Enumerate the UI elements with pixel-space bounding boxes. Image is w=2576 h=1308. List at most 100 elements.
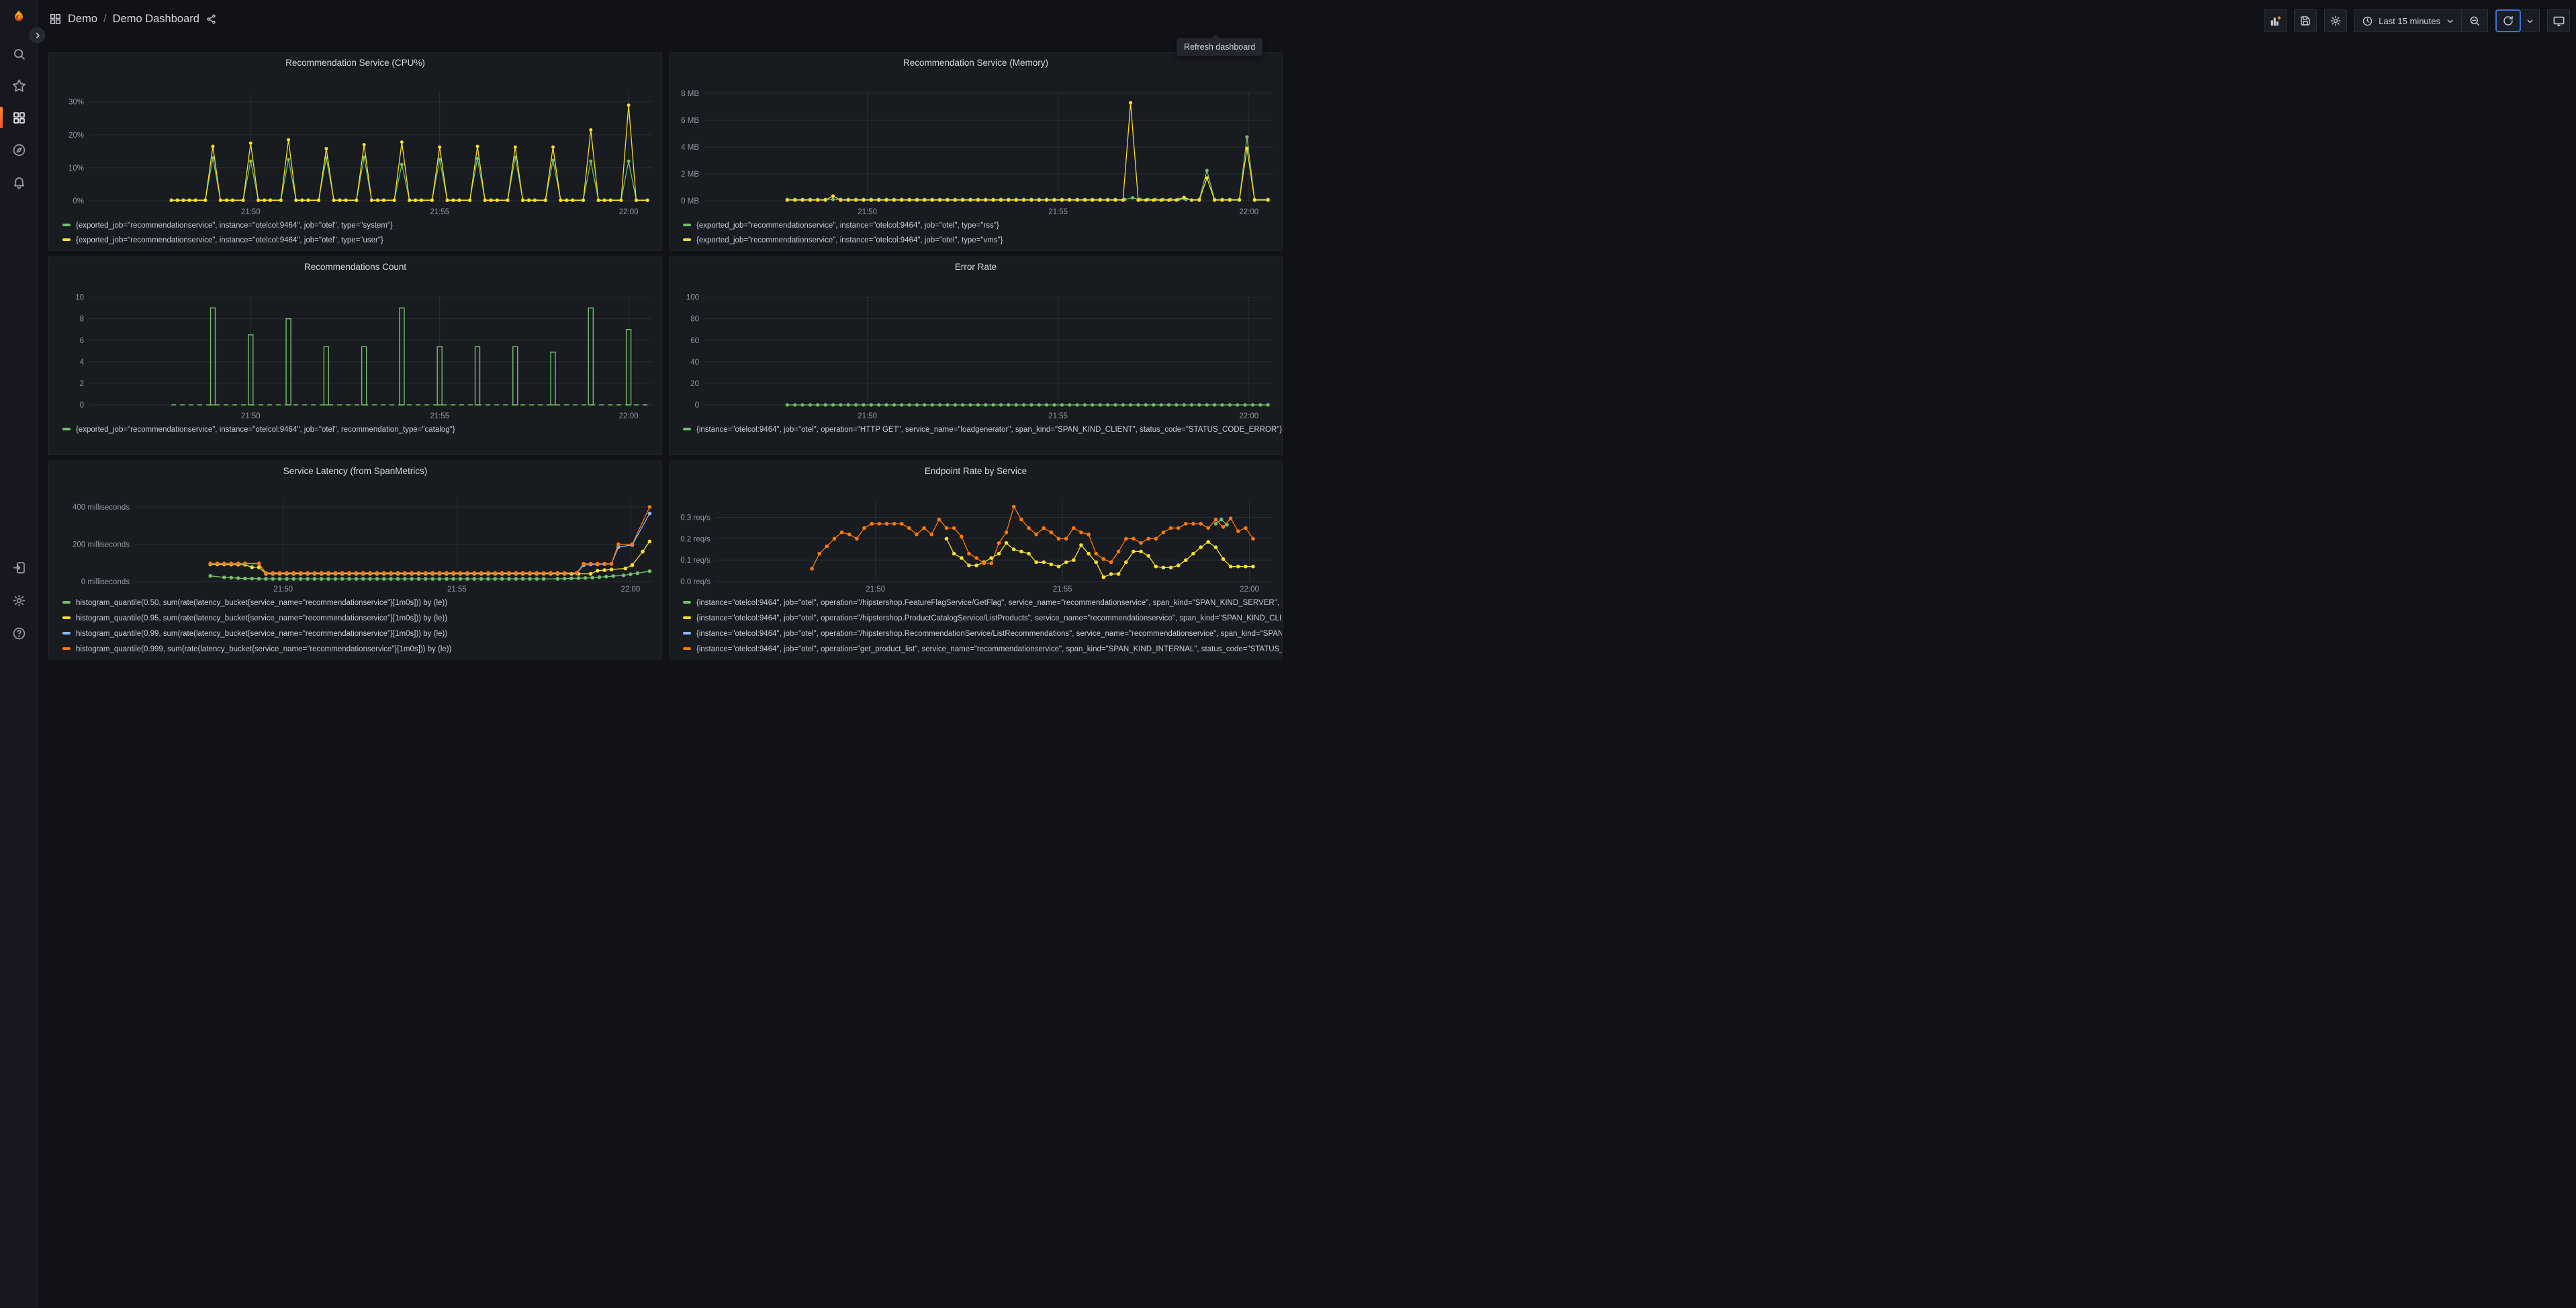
panel-memory: Recommendation Service (Memory) 0 MB 2 MB… [669,52,1283,251]
legend-swatch [62,427,71,430]
legend-swatch [683,616,691,619]
legend-label: histogram_quantile(0.99, sum(rate(latenc… [76,630,448,638]
legend-label: {instance="otelcol:9464", job="otel", op… [696,599,1282,607]
sign-in-icon [13,561,25,573]
panel-title[interactable]: Recommendation Service (CPU%) [49,53,661,72]
svg-text:0.2 req/s: 0.2 req/s [680,535,710,543]
panel-recommendations-count: Recommendations Count 0 2 4 6 8 10 21:50 21:55 2… [48,256,662,455]
sidebar-item-help[interactable] [0,620,38,647]
svg-text:22:00: 22:00 [619,208,639,216]
chevron-down-icon [2527,19,2533,23]
legend-item[interactable]: {instance="otelcol:9464", job="otel", op… [683,642,1282,657]
svg-text:2: 2 [80,380,84,388]
save-dashboard-button[interactable] [2294,9,2317,32]
sidebar-item-sign-in[interactable] [0,554,38,581]
legend-swatch [62,223,71,226]
dashboard-settings-button[interactable] [2324,9,2348,32]
refresh-tooltip: Refresh dashboard [1177,34,1263,56]
grafana-logo[interactable] [10,8,28,28]
legend-label: {instance="otelcol:9464", job="otel", op… [696,645,1282,653]
zoom-out-icon [2470,16,2480,26]
svg-text:40: 40 [690,359,699,367]
svg-text:22:00: 22:00 [621,586,641,594]
timeseries-chart-memory[interactable]: 0 MB 2 MB 4 MB 6 MB 8 MB 21:50 21:55 22:00 [670,72,1282,218]
refresh-dashboard-button[interactable] [2495,9,2521,32]
svg-text:0: 0 [80,402,84,410]
svg-text:20: 20 [690,380,699,388]
refresh-controls [2495,9,2540,32]
share-icon[interactable] [205,13,217,25]
svg-text:21:55: 21:55 [430,412,449,420]
active-indicator [0,107,3,128]
legend-item[interactable]: {instance="otelcol:9464", job="otel", op… [683,611,1282,626]
legend-item[interactable]: histogram_quantile(0.95, sum(rate(latenc… [62,611,661,626]
legend-swatch [62,238,71,241]
sidebar-item-dashboards[interactable] [0,104,38,131]
breadcrumb-section[interactable]: Demo [68,13,97,26]
clock-icon [2362,16,2373,26]
search-icon [13,48,25,60]
refresh-interval-dropdown[interactable] [2521,9,2540,32]
timeseries-chart-latency[interactable]: 0 milliseconds 200 milliseconds 400 millis… [49,480,661,596]
svg-text:0.3 req/s: 0.3 req/s [680,514,710,522]
svg-text:10%: 10% [68,165,84,173]
legend: {exported_job="recommendationservice", i… [49,422,661,437]
panel-endpoint-rate: Endpoint Rate by Service 0.0 req/s 0.1 re… [669,461,1283,659]
legend-item[interactable]: histogram_quantile(0.50, sum(rate(latenc… [62,596,661,611]
legend-label: histogram_quantile(0.999, sum(rate(laten… [76,645,452,653]
svg-text:21:55: 21:55 [1053,586,1072,594]
legend-label: {exported_job="recommendationservice", i… [76,426,455,434]
sidebar-item-explore[interactable] [0,136,38,163]
legend-label: {instance="otelcol:9464", job="otel", op… [696,630,1282,638]
time-range-picker[interactable]: Last 15 minutes [2354,9,2462,32]
sidebar-item-settings[interactable] [0,587,38,614]
panel-title[interactable]: Endpoint Rate by Service [670,461,1282,480]
add-panel-button[interactable] [2264,9,2287,32]
legend-item[interactable]: {exported_job="recommendationservice", i… [62,422,661,437]
legend-item[interactable]: {instance="otelcol:9464", job="otel", op… [683,422,1282,437]
timeseries-chart-error-rate[interactable]: 0 20 40 60 80 100 21:50 21:55 22:00 [670,276,1282,422]
legend: {instance="otelcol:9464", job="otel", op… [670,422,1282,437]
cycle-view-mode-button[interactable] [2547,9,2570,32]
svg-text:0 milliseconds: 0 milliseconds [81,578,130,586]
legend-label: {instance="otelcol:9464", job="otel", op… [696,614,1282,622]
top-bar: Demo / Demo Dashboard Last 15 minutes [38,0,2576,41]
legend-swatch [62,631,71,635]
legend-swatch [683,647,691,650]
legend-item[interactable]: {exported_job="recommendationservice", i… [62,233,661,248]
legend-item[interactable]: histogram_quantile(0.99, sum(rate(latenc… [62,626,661,642]
svg-text:200 milliseconds: 200 milliseconds [73,541,130,549]
panel-title[interactable]: Recommendation Service (Memory) [670,53,1282,72]
svg-text:6: 6 [80,337,84,345]
legend-item[interactable]: {exported_job="recommendationservice", i… [683,233,1282,248]
legend-item[interactable]: histogram_quantile(0.999, sum(rate(laten… [62,642,661,657]
panel-title[interactable]: Service Latency (from SpanMetrics) [49,461,661,480]
dashboard-grid: Recommendation Service (CPU%) 0% 10% 20% 30… [48,52,1283,659]
bar-chart-recommendations-count[interactable]: 0 2 4 6 8 10 21:50 21:55 22:00 [49,276,661,422]
help-icon [13,627,25,639]
svg-text:21:50: 21:50 [858,208,877,216]
gear-icon [13,594,25,606]
svg-text:21:55: 21:55 [1048,208,1068,216]
panel-title[interactable]: Recommendations Count [49,257,661,276]
timeseries-chart-endpoint-rate[interactable]: 0.0 req/s 0.1 req/s 0.2 req/s 0.3 req/s 21:5… [670,480,1282,596]
breadcrumb: Demo / Demo Dashboard [49,13,217,26]
timeseries-chart-cpu[interactable]: 0% 10% 20% 30% 21:50 21:55 22:00 [49,72,661,218]
legend-item[interactable]: {instance="otelcol:9464", job="otel", op… [683,596,1282,611]
sidebar-item-search[interactable] [0,40,38,67]
sidebar-item-starred[interactable] [0,72,38,99]
panel-title[interactable]: Error Rate [670,257,1282,276]
sidebar-item-alerting[interactable] [0,169,38,195]
legend-item[interactable]: {exported_job="recommendationservice", i… [62,218,661,233]
dashboard-toolbar: Last 15 minutes [2264,9,2570,32]
legend-item[interactable]: {instance="otelcol:9464", job="otel", op… [683,626,1282,642]
legend-swatch [683,600,691,604]
svg-text:21:50: 21:50 [273,586,293,594]
zoom-out-time-button[interactable] [2462,9,2488,32]
sidebar-expand-toggle[interactable] [30,28,45,43]
legend-label: {exported_job="recommendationservice", i… [76,222,393,230]
legend-swatch [683,427,691,430]
legend-item[interactable]: {exported_job="recommendationservice", i… [683,218,1282,233]
svg-text:400 milliseconds: 400 milliseconds [73,504,130,512]
svg-text:20%: 20% [68,132,84,140]
